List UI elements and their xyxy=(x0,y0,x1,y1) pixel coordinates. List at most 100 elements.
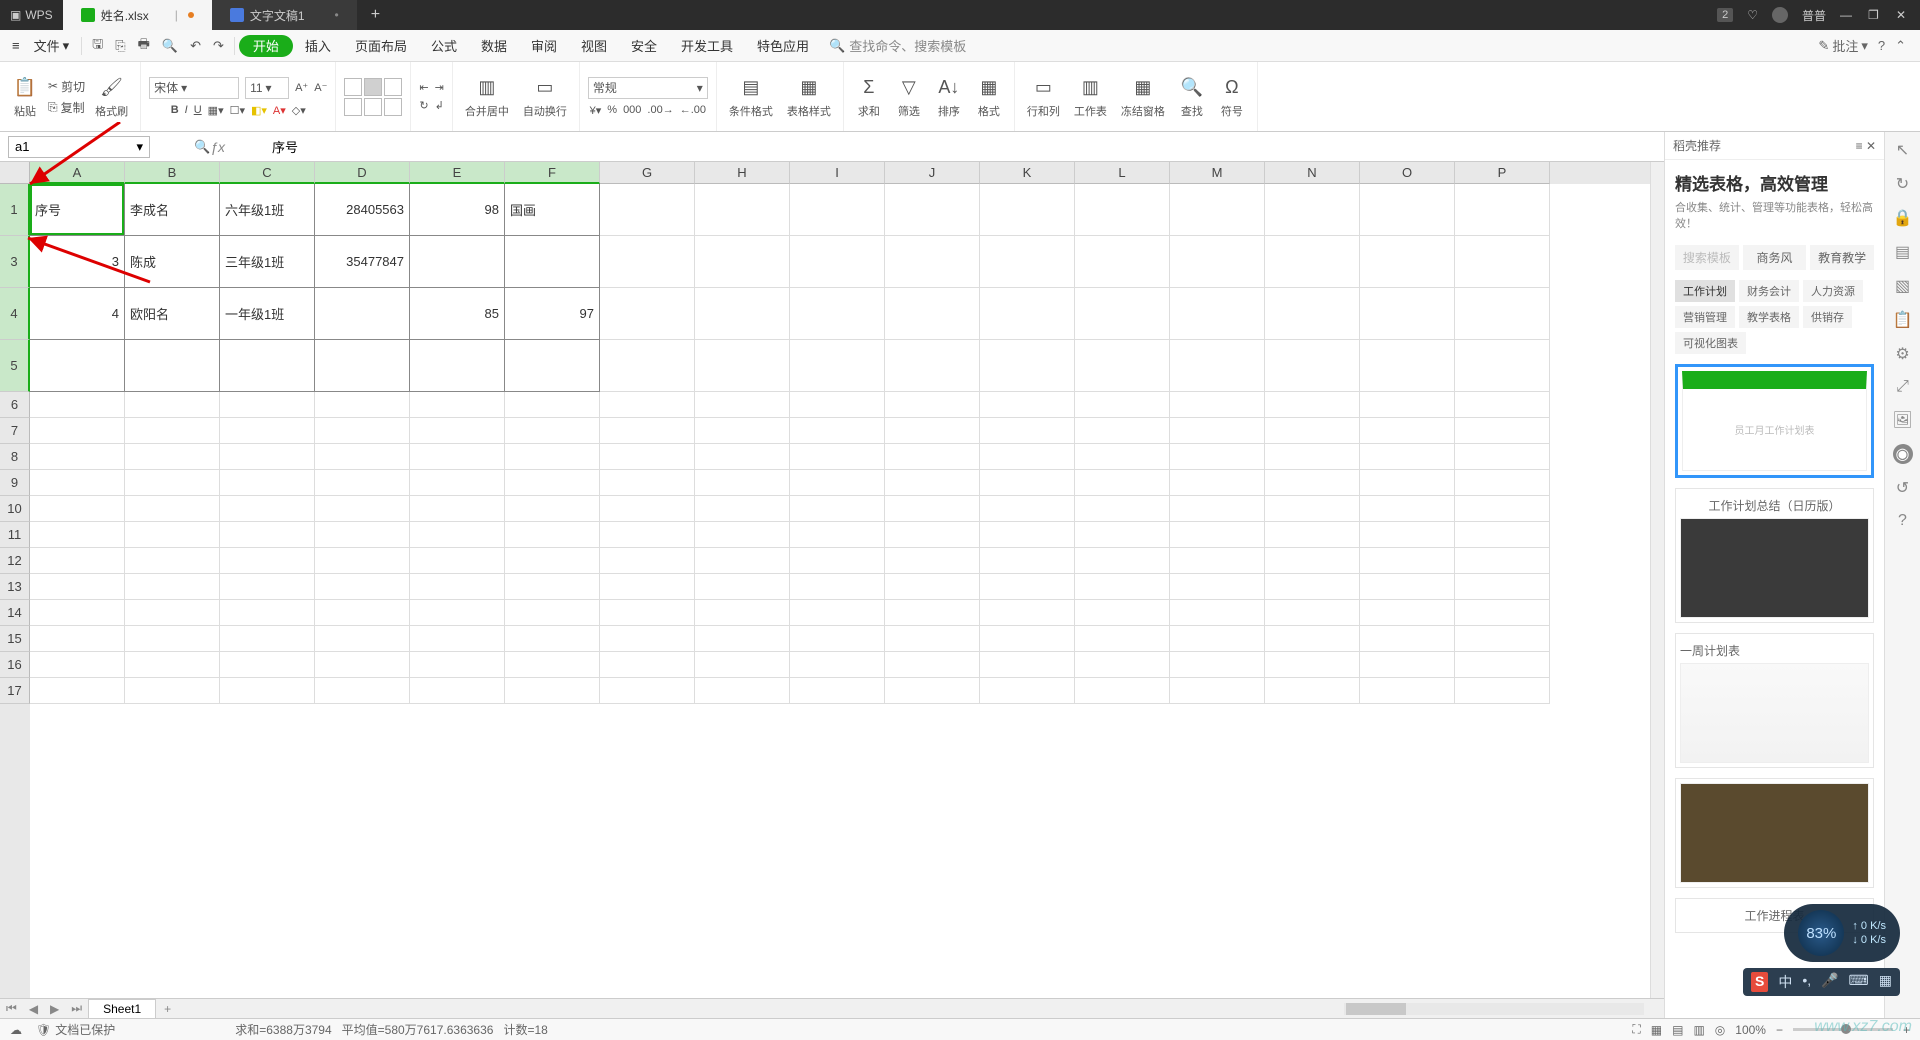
cell-J14[interactable] xyxy=(885,600,980,626)
cell-O13[interactable] xyxy=(1360,574,1455,600)
cell-J13[interactable] xyxy=(885,574,980,600)
cell-style-icon[interactable]: ☐▾ xyxy=(230,104,245,117)
cell-F11[interactable] xyxy=(505,522,600,548)
col-header-K[interactable]: K xyxy=(980,162,1075,184)
panel-menu-icon[interactable]: ≡ xyxy=(1856,139,1863,153)
cell-C4[interactable]: 一年级1班 xyxy=(220,288,315,340)
cell-K11[interactable] xyxy=(980,522,1075,548)
font-shrink-icon[interactable]: A⁻ xyxy=(314,81,327,94)
cell-G8[interactable] xyxy=(600,444,695,470)
preview-icon[interactable]: 🔍 xyxy=(156,38,184,54)
cell-B9[interactable] xyxy=(125,470,220,496)
cell-I4[interactable] xyxy=(790,288,885,340)
cell-L5[interactable] xyxy=(1075,340,1170,392)
cell-G6[interactable] xyxy=(600,392,695,418)
cell-F6[interactable] xyxy=(505,392,600,418)
col-header-B[interactable]: B xyxy=(125,162,220,184)
cell-K17[interactable] xyxy=(980,678,1075,704)
cell-M3[interactable] xyxy=(1170,236,1265,288)
cell-N16[interactable] xyxy=(1265,652,1360,678)
doc-tab-word[interactable]: 文字文稿1 • xyxy=(212,0,357,30)
cursor-icon[interactable]: ↖ xyxy=(1896,140,1909,160)
sum-button[interactable]: Σ求和 xyxy=(852,73,886,121)
cell-P4[interactable] xyxy=(1455,288,1550,340)
panel-category[interactable]: 可视化图表 xyxy=(1675,332,1746,354)
ime-menu-icon[interactable]: ▦ xyxy=(1879,972,1892,992)
history-icon[interactable]: ↺ xyxy=(1896,478,1909,498)
cell-L7[interactable] xyxy=(1075,418,1170,444)
command-search[interactable]: 🔍 查找命令、搜索模板 xyxy=(829,36,966,55)
cell-K7[interactable] xyxy=(980,418,1075,444)
cell-E11[interactable] xyxy=(410,522,505,548)
view-normal-icon[interactable]: ▦ xyxy=(1651,1023,1662,1037)
cell-B17[interactable] xyxy=(125,678,220,704)
merge-center-button[interactable]: ▥合并居中 xyxy=(461,73,513,121)
cell-L16[interactable] xyxy=(1075,652,1170,678)
cell-K12[interactable] xyxy=(980,548,1075,574)
cell-O9[interactable] xyxy=(1360,470,1455,496)
menu-tab-插入[interactable]: 插入 xyxy=(293,30,343,62)
cell-D15[interactable] xyxy=(315,626,410,652)
row-header-13[interactable]: 13 xyxy=(0,574,30,600)
cell-A5[interactable] xyxy=(30,340,125,392)
row-header-17[interactable]: 17 xyxy=(0,678,30,704)
cell-N12[interactable] xyxy=(1265,548,1360,574)
number-format-select[interactable]: 常规▾ xyxy=(588,77,708,99)
template-card[interactable]: 员工月工作计划表 xyxy=(1675,364,1874,478)
help-icon[interactable]: ? xyxy=(1878,38,1885,53)
cell-P17[interactable] xyxy=(1455,678,1550,704)
cut-button[interactable]: ✂剪切 xyxy=(48,78,85,95)
cell-C6[interactable] xyxy=(220,392,315,418)
cell-J12[interactable] xyxy=(885,548,980,574)
undo-icon[interactable]: ↶ xyxy=(184,38,207,54)
cell-H14[interactable] xyxy=(695,600,790,626)
cell-H3[interactable] xyxy=(695,236,790,288)
cell-H16[interactable] xyxy=(695,652,790,678)
paste-button[interactable]: 📋粘贴 xyxy=(8,73,42,121)
cell-A14[interactable] xyxy=(30,600,125,626)
cell-H10[interactable] xyxy=(695,496,790,522)
cell-G7[interactable] xyxy=(600,418,695,444)
cell-C1[interactable]: 六年级1班 xyxy=(220,184,315,236)
alignment-grid[interactable] xyxy=(344,78,402,116)
cell-C8[interactable] xyxy=(220,444,315,470)
sheet-nav-last[interactable]: ⏭ xyxy=(65,1001,88,1016)
cell-A17[interactable] xyxy=(30,678,125,704)
cell-E12[interactable] xyxy=(410,548,505,574)
border-icon[interactable]: ▦▾ xyxy=(208,104,224,117)
cond-format-button[interactable]: ▤条件格式 xyxy=(725,73,777,121)
cell-O15[interactable] xyxy=(1360,626,1455,652)
menu-tab-审阅[interactable]: 审阅 xyxy=(519,30,569,62)
col-header-M[interactable]: M xyxy=(1170,162,1265,184)
cell-A8[interactable] xyxy=(30,444,125,470)
col-header-F[interactable]: F xyxy=(505,162,600,184)
cell-I5[interactable] xyxy=(790,340,885,392)
cell-M5[interactable] xyxy=(1170,340,1265,392)
row-header-6[interactable]: 6 xyxy=(0,392,30,418)
panel-tab[interactable]: 教育教学 xyxy=(1810,245,1874,270)
cell-F14[interactable] xyxy=(505,600,600,626)
cell-H6[interactable] xyxy=(695,392,790,418)
cell-P13[interactable] xyxy=(1455,574,1550,600)
cell-M17[interactable] xyxy=(1170,678,1265,704)
cell-P5[interactable] xyxy=(1455,340,1550,392)
cell-I10[interactable] xyxy=(790,496,885,522)
cell-D6[interactable] xyxy=(315,392,410,418)
cell-J3[interactable] xyxy=(885,236,980,288)
cell-G16[interactable] xyxy=(600,652,695,678)
panel-close-icon[interactable]: ✕ xyxy=(1866,139,1876,153)
fx-icon[interactable]: ƒx xyxy=(210,139,225,155)
cell-J4[interactable] xyxy=(885,288,980,340)
cell-H8[interactable] xyxy=(695,444,790,470)
cell-J7[interactable] xyxy=(885,418,980,444)
cell-P1[interactable] xyxy=(1455,184,1550,236)
cell-B5[interactable] xyxy=(125,340,220,392)
add-sheet-button[interactable]: + xyxy=(156,1002,179,1016)
cell-G9[interactable] xyxy=(600,470,695,496)
cell-N1[interactable] xyxy=(1265,184,1360,236)
zoom-out-icon[interactable]: − xyxy=(1776,1023,1783,1037)
reading-icon[interactable]: ◎ xyxy=(1715,1023,1725,1037)
cell-M14[interactable] xyxy=(1170,600,1265,626)
name-box[interactable]: a1▾ xyxy=(8,136,150,158)
user-name[interactable]: 普普 xyxy=(1802,7,1826,24)
